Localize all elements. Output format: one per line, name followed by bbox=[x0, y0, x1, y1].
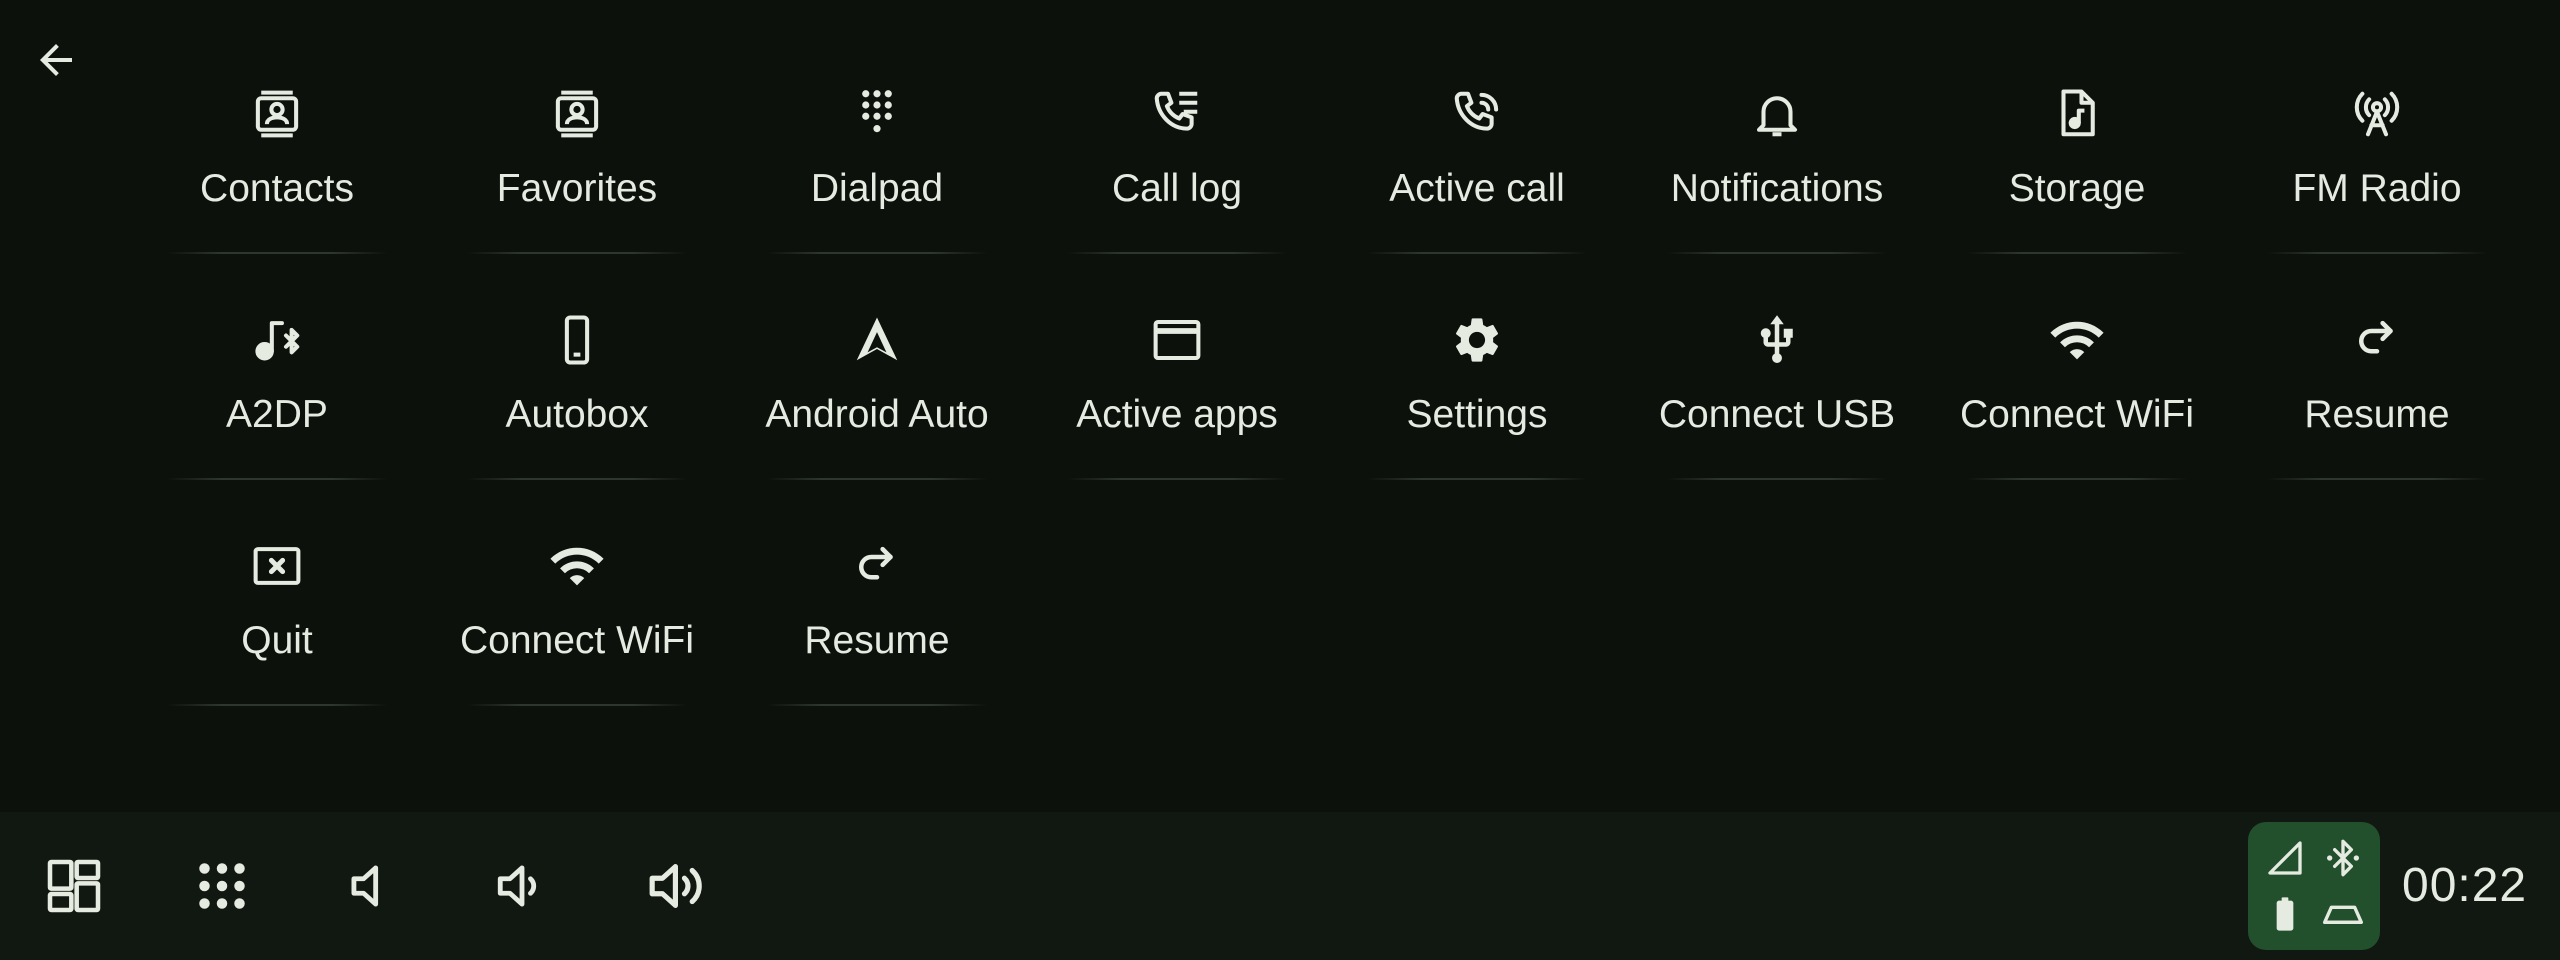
window-icon bbox=[1145, 308, 1209, 372]
tile-divider bbox=[2267, 478, 2487, 480]
wifi-icon bbox=[545, 534, 609, 598]
car-icon bbox=[2323, 905, 2363, 924]
tile-divider bbox=[1667, 252, 1887, 254]
gear-icon bbox=[1445, 308, 1509, 372]
back-button[interactable] bbox=[22, 26, 90, 94]
app-grid: Contacts Favorites Dialpad Call log Acti… bbox=[127, 50, 2527, 728]
tile-label: Dialpad bbox=[810, 167, 944, 210]
apps-grid-button[interactable] bbox=[176, 840, 268, 932]
tile-fm-radio[interactable]: FM Radio bbox=[2227, 50, 2527, 276]
volume-up-icon bbox=[649, 864, 702, 908]
tile-divider bbox=[2267, 252, 2487, 254]
tile-label: Favorites bbox=[496, 167, 658, 210]
usb-icon bbox=[1745, 308, 1809, 372]
contact-card-icon bbox=[545, 82, 609, 146]
tile-connect-wifi[interactable]: Connect WiFi bbox=[1927, 276, 2227, 502]
tile-divider bbox=[1967, 478, 2187, 480]
tile-quit[interactable]: Quit bbox=[127, 502, 427, 728]
tile-resume[interactable]: Resume bbox=[2227, 276, 2527, 502]
redo-icon bbox=[845, 534, 909, 598]
tile-divider bbox=[167, 704, 387, 706]
tile-divider bbox=[167, 252, 387, 254]
tile-label: Connect USB bbox=[1658, 393, 1896, 436]
tile-label: Call log bbox=[1111, 167, 1243, 210]
tile-call-log[interactable]: Call log bbox=[1027, 50, 1327, 276]
tile-label: A2DP bbox=[226, 393, 328, 436]
tile-divider bbox=[1667, 478, 1887, 480]
arrow-left-icon bbox=[40, 44, 72, 76]
tile-label: Android Auto bbox=[765, 393, 989, 436]
bell-icon bbox=[1745, 82, 1809, 146]
volume-down-button[interactable] bbox=[476, 840, 568, 932]
tile-autobox[interactable]: Autobox bbox=[427, 276, 727, 502]
tile-divider bbox=[467, 704, 687, 706]
tile-divider bbox=[167, 478, 387, 480]
tile-favorites[interactable]: Favorites bbox=[427, 50, 727, 276]
music-file-icon bbox=[2045, 82, 2109, 146]
close-box-icon bbox=[245, 534, 309, 598]
call-log-icon bbox=[1145, 82, 1209, 146]
bluetooth-audio-icon bbox=[245, 308, 309, 372]
radio-tower-icon bbox=[2345, 82, 2409, 146]
tile-label: Resume bbox=[2304, 393, 2450, 436]
cell-signal-icon bbox=[2268, 841, 2302, 875]
tile-divider bbox=[1367, 478, 1587, 480]
dashboard-icon bbox=[47, 859, 101, 913]
tile-divider bbox=[1067, 252, 1287, 254]
tile-resume[interactable]: Resume bbox=[727, 502, 1027, 728]
phone-in-talk-icon bbox=[1445, 82, 1509, 146]
bluetooth-icon bbox=[2327, 839, 2359, 877]
tile-label: Storage bbox=[2008, 167, 2146, 210]
wifi-icon bbox=[2045, 308, 2109, 372]
tile-label: Active call bbox=[1389, 167, 1565, 210]
tile-divider bbox=[767, 252, 987, 254]
tile-divider bbox=[467, 478, 687, 480]
volume-mute-button[interactable] bbox=[320, 840, 412, 932]
tile-notifications[interactable]: Notifications bbox=[1627, 50, 1927, 276]
tile-label: Resume bbox=[804, 619, 950, 662]
tile-android-auto[interactable]: Android Auto bbox=[727, 276, 1027, 502]
battery-icon bbox=[2276, 897, 2294, 931]
tile-dialpad[interactable]: Dialpad bbox=[727, 50, 1027, 276]
tile-label: Autobox bbox=[505, 393, 649, 436]
tile-connect-wifi[interactable]: Connect WiFi bbox=[427, 502, 727, 728]
tile-divider bbox=[767, 478, 987, 480]
tile-label: Contacts bbox=[200, 167, 354, 210]
tile-divider bbox=[467, 252, 687, 254]
dialpad-icon bbox=[845, 82, 909, 146]
clock: 00:22 bbox=[2402, 859, 2528, 912]
tile-label: Connect WiFi bbox=[1959, 393, 2195, 436]
phone-device-icon bbox=[545, 308, 609, 372]
android-auto-icon bbox=[845, 308, 909, 372]
bottom-bar: 00:22 bbox=[0, 812, 2560, 960]
tile-label: Notifications bbox=[1670, 167, 1884, 210]
tile-label: Active apps bbox=[1076, 393, 1278, 436]
tile-divider bbox=[1067, 478, 1287, 480]
contact-card-icon bbox=[245, 82, 309, 146]
apps-grid-icon bbox=[199, 863, 245, 909]
tile-storage[interactable]: Storage bbox=[1927, 50, 2227, 276]
dashboard-button[interactable] bbox=[28, 840, 120, 932]
tile-active-call[interactable]: Active call bbox=[1327, 50, 1627, 276]
volume-up-button[interactable] bbox=[632, 840, 724, 932]
tile-contacts[interactable]: Contacts bbox=[127, 50, 427, 276]
redo-icon bbox=[2345, 308, 2409, 372]
tile-a2dp[interactable]: A2DP bbox=[127, 276, 427, 502]
status-panel[interactable] bbox=[2248, 822, 2380, 950]
volume-down-icon bbox=[497, 865, 537, 907]
volume-mute-icon bbox=[351, 865, 379, 907]
tile-divider bbox=[1367, 252, 1587, 254]
tile-connect-usb[interactable]: Connect USB bbox=[1627, 276, 1927, 502]
tile-divider bbox=[1967, 252, 2187, 254]
tile-label: FM Radio bbox=[2292, 167, 2462, 210]
tile-active-apps[interactable]: Active apps bbox=[1027, 276, 1327, 502]
tile-label: Connect WiFi bbox=[459, 619, 695, 662]
tile-divider bbox=[767, 704, 987, 706]
launcher-screen: Contacts Favorites Dialpad Call log Acti… bbox=[0, 0, 2560, 960]
tile-label: Settings bbox=[1406, 393, 1548, 436]
tile-settings[interactable]: Settings bbox=[1327, 276, 1627, 502]
tile-label: Quit bbox=[241, 619, 313, 662]
